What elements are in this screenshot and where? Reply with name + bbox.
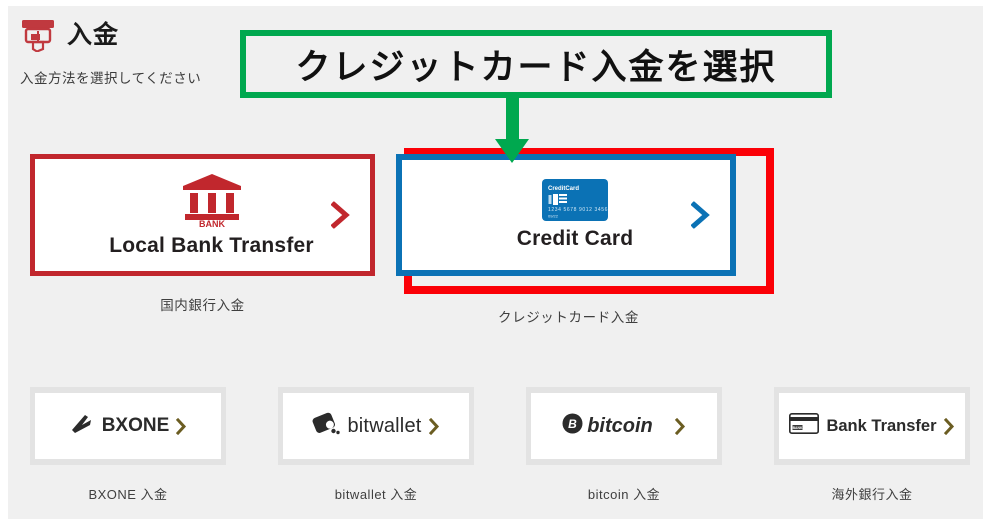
method-bitcoin[interactable]: B bitcoin bitcoin 入金 bbox=[526, 387, 722, 503]
annotation-text: クレジットカード入金を選択 bbox=[295, 47, 777, 87]
chevron-right-icon bbox=[690, 200, 710, 230]
local-bank-transfer-label: Local Bank Transfer bbox=[109, 234, 314, 257]
credit-card-card[interactable]: CreditCard 1234 5678 9012 3456 09/22 Cre… bbox=[396, 154, 736, 276]
method-local-bank-transfer[interactable]: BANK Local Bank Transfer 国内銀行入金 bbox=[30, 154, 375, 313]
chevron-right-icon bbox=[943, 417, 955, 435]
chevron-right-icon bbox=[330, 200, 350, 230]
annotation-arrow-shaft bbox=[506, 98, 519, 145]
annotation-arrow-head bbox=[495, 139, 529, 163]
method-bank-transfer[interactable]: BANK Bank Transfer 海外銀行入金 bbox=[774, 387, 970, 503]
credit-card-icon: CreditCard 1234 5678 9012 3456 09/22 bbox=[542, 179, 608, 221]
chevron-right-icon bbox=[674, 417, 686, 435]
chevron-right-icon bbox=[176, 417, 187, 435]
atm-deposit-icon bbox=[20, 18, 56, 52]
credit-card-caption: クレジットカード入金 bbox=[498, 310, 639, 325]
page-header: 入金 入金方法を選択してください bbox=[20, 18, 201, 87]
bank-transfer-caption: 海外銀行入金 bbox=[831, 487, 913, 502]
chevron-right-icon bbox=[428, 417, 440, 435]
svg-text:09/22: 09/22 bbox=[548, 214, 559, 219]
bitwallet-logo-icon bbox=[312, 411, 341, 442]
page-canvas: 入金 入金方法を選択してください クレジットカード入金を選択 BANK Loca… bbox=[8, 6, 983, 519]
svg-text:BANK: BANK bbox=[199, 219, 225, 228]
bitcoin-caption: bitcoin 入金 bbox=[587, 487, 661, 502]
svg-text:1234 5678 9012 3456: 1234 5678 9012 3456 bbox=[548, 207, 608, 213]
local-bank-transfer-caption: 国内銀行入金 bbox=[160, 298, 245, 313]
deposit-method-page: 入金 入金方法を選択してください クレジットカード入金を選択 BANK Loca… bbox=[0, 0, 991, 525]
svg-text:BANK: BANK bbox=[793, 426, 803, 430]
svg-text:CreditCard: CreditCard bbox=[548, 186, 579, 192]
bxone-caption: BXONE 入金 bbox=[88, 487, 168, 502]
bank-card-icon: BANK bbox=[789, 413, 820, 439]
bank-transfer-wordmark: Bank Transfer bbox=[826, 416, 937, 435]
bitwallet-caption: bitwallet 入金 bbox=[334, 487, 418, 502]
bitwallet-wordmark: bitwallet bbox=[347, 414, 422, 437]
svg-text:B: B bbox=[568, 417, 577, 431]
page-title: 入金 bbox=[67, 20, 120, 49]
local-bank-transfer-card[interactable]: BANK Local Bank Transfer bbox=[30, 154, 375, 276]
method-credit-card[interactable]: CreditCard 1234 5678 9012 3456 09/22 Cre… bbox=[396, 154, 741, 325]
method-bxone[interactable]: BXONE BXONE 入金 bbox=[30, 387, 226, 503]
bxone-wordmark: BXONE bbox=[101, 415, 170, 436]
page-subtitle: 入金方法を選択してください bbox=[20, 71, 202, 86]
credit-card-label: Credit Card bbox=[516, 227, 634, 250]
bitcoin-logo-icon: B bbox=[562, 413, 583, 439]
bxone-logo-icon bbox=[69, 412, 95, 441]
method-bitwallet[interactable]: bitwallet bitwallet 入金 bbox=[278, 387, 474, 503]
annotation-callout: クレジットカード入金を選択 bbox=[240, 30, 832, 98]
bank-building-icon: BANK bbox=[181, 172, 243, 228]
bitcoin-wordmark: bitcoin bbox=[587, 414, 653, 437]
